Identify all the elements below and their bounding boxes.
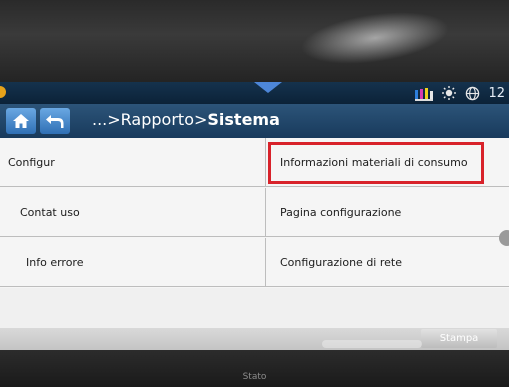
menu-item-error-info[interactable]: Info errore [0, 238, 266, 287]
print-button[interactable]: Stampa [421, 329, 497, 348]
menu-item-usage-counter[interactable]: Contat uso [0, 188, 266, 237]
eco-mode-icon[interactable] [441, 85, 457, 101]
status-indicator-icon [0, 86, 6, 98]
status-key-label[interactable]: Stato [0, 372, 509, 382]
bezel-reflection [322, 340, 422, 348]
highlight-box [268, 142, 484, 184]
menu-item-label: Contat uso [20, 205, 80, 219]
menu-item-configur[interactable]: Configur [0, 138, 266, 187]
menu-item-label: Info errore [26, 255, 84, 269]
menu-item-label: Configur [8, 155, 55, 169]
menu-item-network-config[interactable]: Configurazione di rete [266, 238, 509, 287]
breadcrumb-current: Sistema [207, 110, 280, 129]
scroll-handle[interactable] [499, 230, 509, 246]
status-icons: 12 [415, 82, 509, 104]
empty-row [0, 288, 509, 328]
screen-glare [297, 3, 453, 73]
title-bar: ...>Rapporto>Sistema [0, 104, 509, 138]
pull-down-tab-icon[interactable] [254, 82, 282, 93]
device-bezel-bottom: Stato [0, 350, 509, 387]
home-button[interactable] [6, 108, 36, 134]
breadcrumb-path[interactable]: ...>Rapporto> [92, 110, 207, 129]
menu-item-configuration-page[interactable]: Pagina configurazione [266, 188, 509, 237]
breadcrumb: ...>Rapporto>Sistema [92, 110, 280, 129]
device-bezel-top [0, 0, 509, 86]
network-globe-icon[interactable] [465, 86, 480, 101]
toner-level-icon[interactable] [415, 86, 434, 101]
home-icon [13, 114, 29, 128]
action-bar: Stampa [0, 328, 509, 350]
back-arrow-icon [46, 115, 64, 128]
menu-item-label: Pagina configurazione [280, 205, 402, 219]
status-bar: 12 [0, 82, 509, 104]
back-button[interactable] [40, 108, 70, 134]
status-clock: 12 [488, 85, 505, 101]
menu-item-label: Configurazione di rete [280, 255, 402, 269]
printer-touchscreen: 12 ...>Rapporto>Sistema Configur Informa… [0, 82, 509, 350]
